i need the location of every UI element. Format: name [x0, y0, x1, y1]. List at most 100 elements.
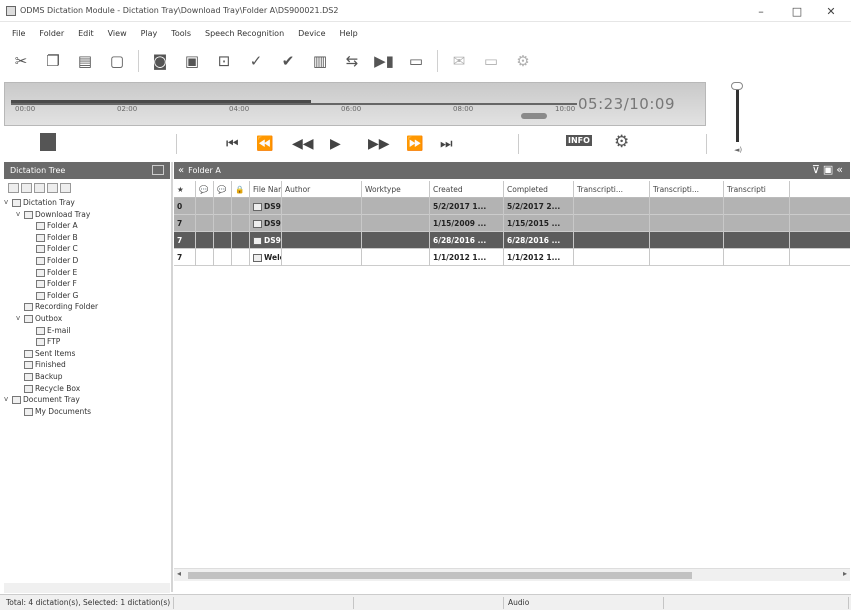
tree-tool-icon[interactable]: [47, 183, 58, 193]
tree-tool-icon[interactable]: [60, 183, 71, 193]
tree-tool-icon[interactable]: [21, 183, 32, 193]
column-header[interactable]: Transcripti...: [574, 181, 650, 198]
tree-scrollbar[interactable]: [4, 583, 170, 593]
go-end-button[interactable]: ⏭: [440, 134, 453, 154]
tree-node[interactable]: Folder A: [4, 220, 170, 232]
dictation-list: ★💬💬🔒File NameAuthorWorktypeCreatedComple…: [174, 181, 850, 266]
tree-node[interactable]: v Outbox: [4, 313, 170, 325]
column-header[interactable]: Transcripti: [724, 181, 790, 198]
tree-node[interactable]: Backup: [4, 371, 170, 383]
menu-file[interactable]: File: [12, 29, 25, 38]
play-file-icon[interactable]: ▣: [181, 50, 203, 72]
menu-edit[interactable]: Edit: [78, 29, 94, 38]
position-bar[interactable]: 00:00 02:00 04:00 06:00 08:00 10:00 05:2…: [4, 82, 706, 126]
tree-node[interactable]: Folder G: [4, 290, 170, 302]
scroll-right-icon[interactable]: ▸: [843, 569, 847, 578]
finish-icon[interactable]: ✔: [277, 50, 299, 72]
close-button[interactable]: ✕: [813, 0, 849, 22]
tree-node[interactable]: Finished: [4, 359, 170, 371]
column-header[interactable]: Worktype: [362, 181, 430, 198]
check-icon[interactable]: ✓: [245, 50, 267, 72]
settings-tool-icon[interactable]: ⚙: [512, 50, 534, 72]
collapse-tree-icon[interactable]: «: [178, 165, 184, 176]
menu-tools[interactable]: Tools: [171, 29, 191, 38]
column-header[interactable]: 🔒: [232, 181, 250, 198]
tree-node[interactable]: Folder B: [4, 232, 170, 244]
ftp-icon[interactable]: ▭: [480, 50, 502, 72]
fast-forward-button[interactable]: ▶▶: [368, 134, 390, 154]
tree-node[interactable]: Recording Folder: [4, 301, 170, 313]
dictation-info-icon[interactable]: [40, 133, 56, 151]
pin-icon[interactable]: [152, 165, 164, 175]
cut-icon[interactable]: ✂: [10, 50, 32, 72]
tree-node[interactable]: Folder E: [4, 267, 170, 279]
expand-toggle-icon[interactable]: v: [4, 394, 8, 406]
column-header[interactable]: Author: [282, 181, 362, 198]
expand-toggle-icon[interactable]: v: [16, 209, 20, 221]
copy-icon[interactable]: ❐: [42, 50, 64, 72]
tree-node[interactable]: Folder D: [4, 255, 170, 267]
table-row[interactable]: 7 Welcome... 1/1/2012 1...1/1/2012 1...: [174, 249, 850, 266]
position-track[interactable]: [11, 93, 577, 105]
tree-tool-icon[interactable]: [34, 183, 45, 193]
column-header[interactable]: Completed: [504, 181, 574, 198]
tree-node[interactable]: Folder F: [4, 278, 170, 290]
scroll-thumb[interactable]: [188, 572, 692, 579]
index-back-button[interactable]: ⏪: [256, 134, 273, 154]
tree-node[interactable]: Folder C: [4, 243, 170, 255]
column-header[interactable]: Created: [430, 181, 504, 198]
column-header[interactable]: 💬: [196, 181, 214, 198]
tree-node[interactable]: Recycle Box: [4, 383, 170, 395]
paste-icon[interactable]: ▤: [74, 50, 96, 72]
tree-node[interactable]: v Download Tray: [4, 209, 170, 221]
volume-slider[interactable]: [736, 84, 739, 142]
horizontal-scrollbar[interactable]: ◂ ▸: [174, 568, 850, 581]
scroll-left-icon[interactable]: ◂: [177, 569, 181, 578]
tree-node[interactable]: FTP: [4, 336, 170, 348]
go-start-button[interactable]: ⏮: [226, 134, 239, 154]
info-button[interactable]: INFO: [566, 135, 592, 146]
tree-node[interactable]: v Document Tray: [4, 394, 170, 406]
minimize-button[interactable]: –: [743, 0, 779, 22]
table-row[interactable]: 0 DS900024... 5/2/2017 1...5/2/2017 2...: [174, 198, 850, 215]
transfer-icon[interactable]: ▭: [405, 50, 427, 72]
expand-toggle-icon[interactable]: v: [4, 197, 8, 209]
index-forward-button[interactable]: ⏩: [406, 134, 423, 154]
tree-node[interactable]: v Dictation Tray: [4, 197, 170, 209]
tree-tool-icon[interactable]: [8, 183, 19, 193]
expand-toggle-icon[interactable]: v: [16, 313, 20, 325]
tree-node[interactable]: My Documents: [4, 406, 170, 418]
volume-knob[interactable]: [731, 82, 743, 90]
folder-header: « Folder A ⊽▣«: [174, 162, 850, 179]
menu-folder[interactable]: Folder: [39, 29, 64, 38]
tree-node[interactable]: Sent Items: [4, 348, 170, 360]
send-icon[interactable]: ⇆: [341, 50, 363, 72]
record-icon[interactable]: ◙: [149, 50, 171, 72]
gear-icon[interactable]: ⚙: [614, 132, 629, 152]
column-header[interactable]: Transcripti...: [650, 181, 724, 198]
column-header[interactable]: File Name: [250, 181, 282, 198]
menu-device[interactable]: Device: [298, 29, 325, 38]
column-header[interactable]: 💬: [214, 181, 232, 198]
maximize-button[interactable]: □: [779, 0, 815, 22]
export-icon[interactable]: ⊡: [213, 50, 235, 72]
table-cell: [214, 232, 232, 249]
index-icon[interactable]: ▥: [309, 50, 331, 72]
tree-node[interactable]: E-mail: [4, 325, 170, 337]
rewind-button[interactable]: ◀◀: [292, 134, 314, 154]
play-end-icon[interactable]: ▶▮: [373, 50, 395, 72]
mail-icon[interactable]: ✉: [448, 50, 470, 72]
column-header[interactable]: ★: [174, 181, 196, 198]
play-button[interactable]: ▶: [330, 134, 341, 154]
new-icon[interactable]: ▢: [106, 50, 128, 72]
table-row[interactable]: 7 DS900026... 6/28/2016 ...6/28/2016 ...: [174, 232, 850, 249]
menu-speech-recognition[interactable]: Speech Recognition: [205, 29, 284, 38]
table-row[interactable]: 7 DS900025... 1/15/2009 ...1/15/2015 ...: [174, 215, 850, 232]
menu-play[interactable]: Play: [141, 29, 158, 38]
menu-view[interactable]: View: [108, 29, 127, 38]
menu-help[interactable]: Help: [340, 29, 358, 38]
volume-icon[interactable]: ◄): [734, 146, 742, 154]
pane-splitter[interactable]: [171, 162, 173, 592]
filter-icon[interactable]: ⊽▣«: [812, 163, 846, 176]
speed-slider[interactable]: [521, 113, 547, 119]
